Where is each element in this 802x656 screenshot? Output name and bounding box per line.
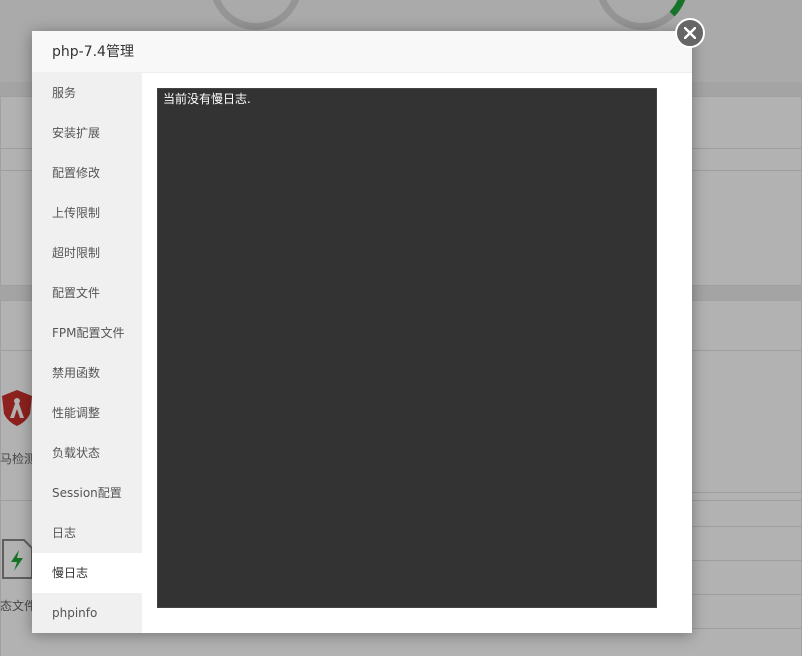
sidebar-item-fpm-config-file[interactable]: FPM配置文件 xyxy=(32,313,142,353)
sidebar-item-session-config[interactable]: Session配置 xyxy=(32,473,142,513)
sidebar-item-label: phpinfo xyxy=(52,606,98,620)
sidebar-item-log[interactable]: 日志 xyxy=(32,513,142,553)
sidebar-item-service[interactable]: 服务 xyxy=(32,73,142,113)
dialog-title: php-7.4管理 xyxy=(52,44,134,60)
sidebar-item-label: 日志 xyxy=(52,526,77,540)
sidebar-item-label: 慢日志 xyxy=(52,566,89,580)
slow-log-viewer[interactable]: 当前没有慢日志. xyxy=(157,88,657,608)
sidebar-item-load-status[interactable]: 负载状态 xyxy=(32,433,142,473)
sidebar-item-label: FPM配置文件 xyxy=(52,326,125,340)
close-button[interactable] xyxy=(675,18,705,48)
sidebar-item-label: 服务 xyxy=(52,86,77,100)
sidebar-item-label: 上传限制 xyxy=(52,206,101,220)
sidebar-item-performance-tuning[interactable]: 性能调整 xyxy=(32,393,142,433)
slow-log-text: 当前没有慢日志. xyxy=(163,92,251,106)
dialog-sidebar: 服务 安装扩展 配置修改 上传限制 超时限制 配置文件 FPM配置文件 禁用函数… xyxy=(32,73,142,633)
sidebar-item-slow-log[interactable]: 慢日志 xyxy=(32,553,142,593)
sidebar-item-disabled-functions[interactable]: 禁用函数 xyxy=(32,353,142,393)
sidebar-item-label: 安装扩展 xyxy=(52,126,101,140)
sidebar-item-upload-limit[interactable]: 上传限制 xyxy=(32,193,142,233)
sidebar-item-label: 超时限制 xyxy=(52,246,101,260)
php-manager-dialog: php-7.4管理 服务 安装扩展 配置修改 上传限制 超时限制 配置文件 FP… xyxy=(32,31,692,633)
sidebar-item-label: 配置修改 xyxy=(52,166,101,180)
sidebar-item-config-file[interactable]: 配置文件 xyxy=(32,273,142,313)
sidebar-item-label: 负载状态 xyxy=(52,446,101,460)
sidebar-item-timeout-limit[interactable]: 超时限制 xyxy=(32,233,142,273)
sidebar-item-config-edit[interactable]: 配置修改 xyxy=(32,153,142,193)
sidebar-item-label: 性能调整 xyxy=(52,406,101,420)
sidebar-item-phpinfo[interactable]: phpinfo xyxy=(32,593,142,633)
sidebar-item-label: 禁用函数 xyxy=(52,366,101,380)
sidebar-item-label: Session配置 xyxy=(52,486,122,500)
close-icon xyxy=(684,27,696,39)
sidebar-item-label: 配置文件 xyxy=(52,286,101,300)
sidebar-item-install-extensions[interactable]: 安装扩展 xyxy=(32,113,142,153)
dialog-header: php-7.4管理 xyxy=(32,31,692,73)
page: 马检测 态文件 php-7.4管理 服务 安装扩展 配置修改 上传限制 超时限制… xyxy=(0,0,802,656)
dialog-content: 当前没有慢日志. xyxy=(142,73,692,633)
